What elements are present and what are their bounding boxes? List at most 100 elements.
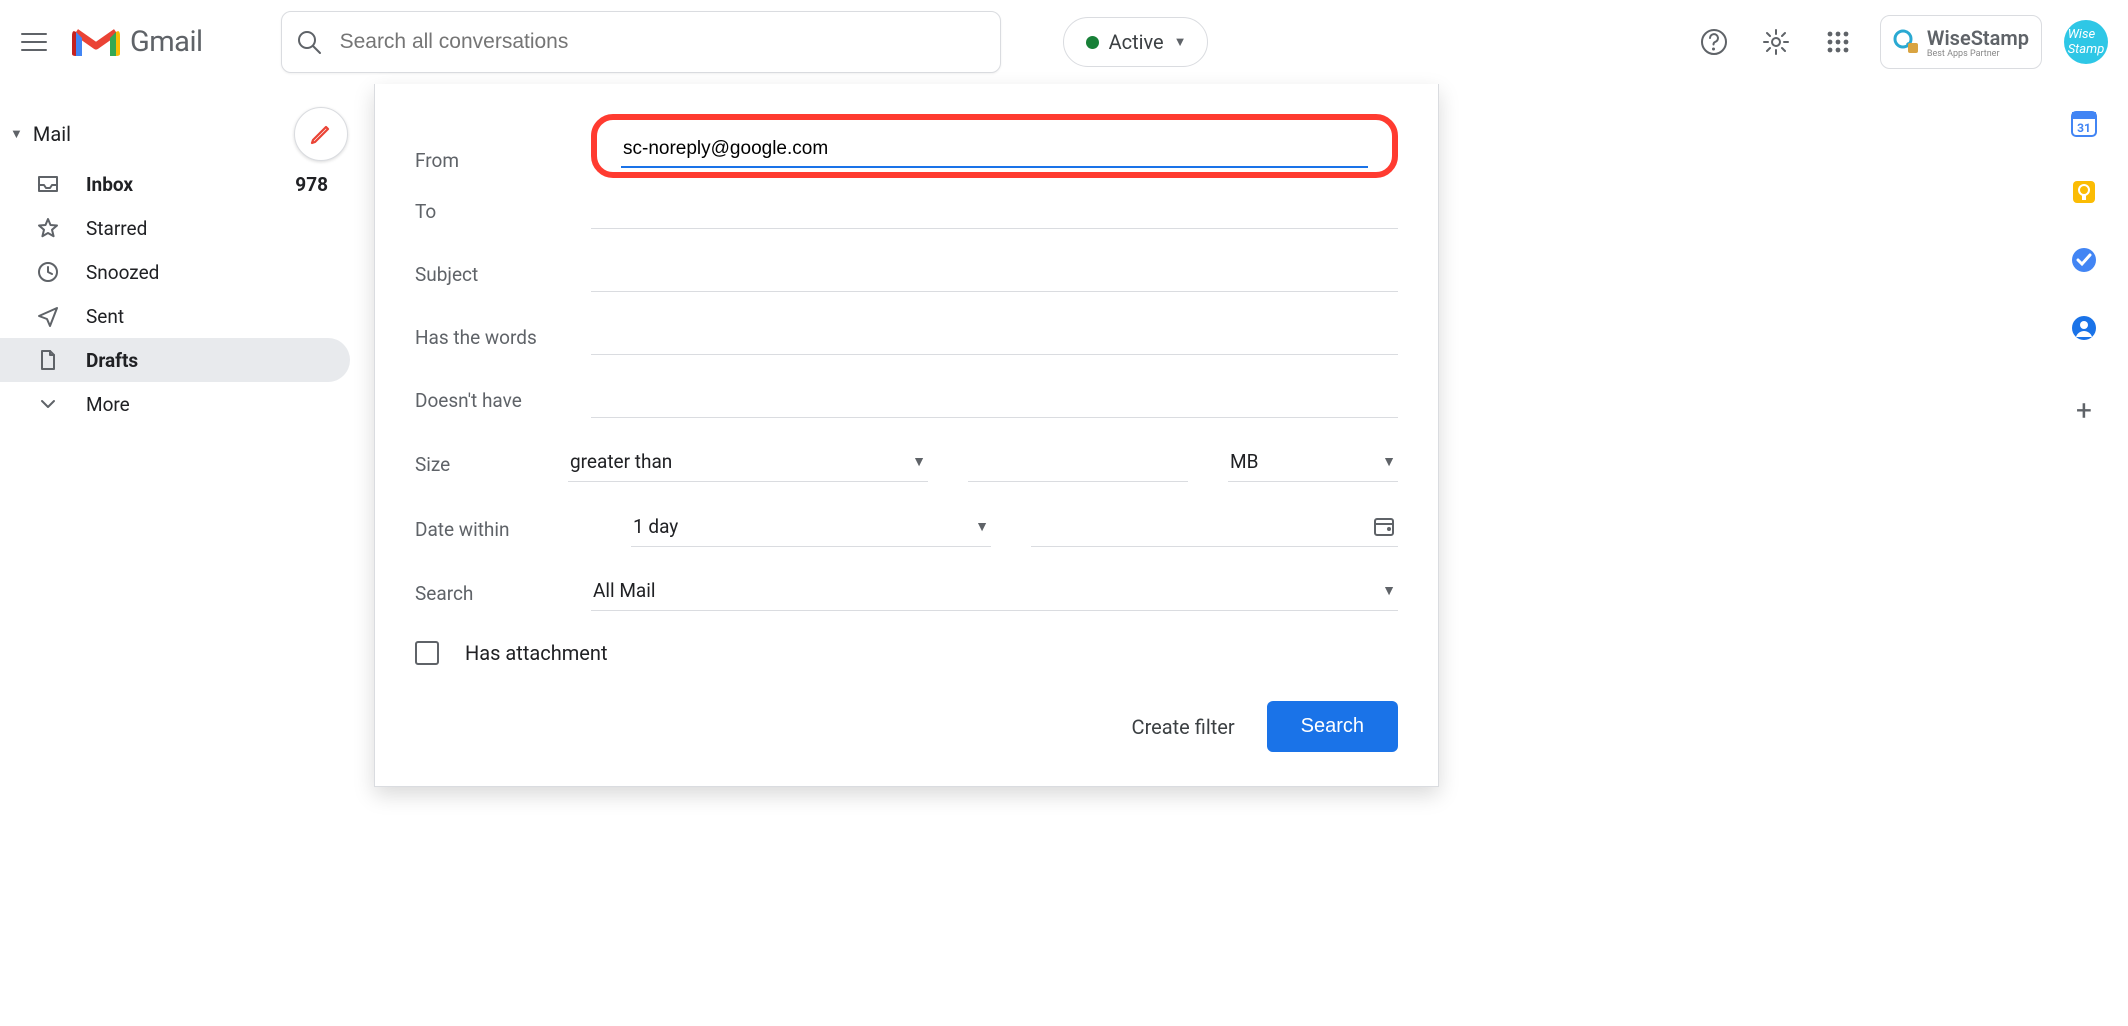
search-options-panel: From To Subject Has the words Doesn't ha… xyxy=(374,84,1439,787)
caret-down-icon: ▼ xyxy=(1382,453,1396,470)
label-date-within: Date within xyxy=(415,518,591,547)
nav-label: More xyxy=(86,393,130,416)
add-app-button[interactable]: + xyxy=(2076,394,2092,427)
svg-text:31: 31 xyxy=(2077,121,2091,135)
size-op-value: greater than xyxy=(570,450,672,473)
compose-button[interactable] xyxy=(294,107,348,161)
wisestamp-name: WiseStamp xyxy=(1927,26,2029,50)
label-subject: Subject xyxy=(415,263,591,292)
main-menu-button[interactable] xyxy=(10,18,58,66)
nav-label: Snoozed xyxy=(86,261,159,284)
has-words-input[interactable] xyxy=(591,322,1398,355)
nav-snoozed[interactable]: Snoozed xyxy=(0,250,350,294)
inbox-icon xyxy=(36,172,60,196)
search-input[interactable] xyxy=(340,30,986,54)
calendar-app[interactable]: 31 xyxy=(2070,110,2098,138)
panel-actions: Create filter Search xyxy=(415,701,1398,752)
row-doesnt-have: Doesn't have xyxy=(415,385,1398,418)
search-bar[interactable] xyxy=(281,11,1001,73)
calendar-icon xyxy=(1372,514,1396,538)
row-to: To xyxy=(415,196,1398,229)
chevron-down-icon xyxy=(36,392,60,416)
has-attachment-label: Has attachment xyxy=(465,641,608,665)
apps-button[interactable] xyxy=(1818,22,1858,62)
caret-down-icon: ▼ xyxy=(1174,34,1187,50)
wisestamp-tagline: Best Apps Partner xyxy=(1927,50,2029,59)
contacts-app[interactable] xyxy=(2070,314,2098,342)
nav-sent[interactable]: Sent xyxy=(0,294,350,338)
keep-icon xyxy=(2070,178,2098,206)
sidebar: ▼ Mail Inbox 978 Starred Snoozed Sent Dr… xyxy=(0,96,360,1026)
settings-button[interactable] xyxy=(1756,22,1796,62)
nav-more[interactable]: More xyxy=(0,382,350,426)
status-dot-icon xyxy=(1086,36,1099,49)
nav-label: Drafts xyxy=(86,349,138,372)
clock-icon xyxy=(36,260,60,284)
star-icon xyxy=(36,216,60,240)
nav-starred[interactable]: Starred xyxy=(0,206,350,250)
nav-label: Starred xyxy=(86,217,147,240)
wisestamp-extension[interactable]: WiseStamp Best Apps Partner xyxy=(1880,15,2042,69)
search-button[interactable]: Search xyxy=(1267,701,1398,752)
calendar-icon: 31 xyxy=(2070,110,2098,138)
gmail-wordmark: Gmail xyxy=(130,25,203,59)
wisestamp-icon xyxy=(1893,29,1919,55)
date-value-field[interactable] xyxy=(1031,512,1398,547)
date-within-select[interactable]: 1 day ▼ xyxy=(631,513,991,547)
file-icon xyxy=(36,348,60,372)
size-unit-value: MB xyxy=(1230,450,1258,473)
checkbox-icon xyxy=(415,641,439,665)
tasks-icon xyxy=(2070,246,2098,274)
status-label: Active xyxy=(1109,30,1164,54)
keep-app[interactable] xyxy=(2070,178,2098,206)
caret-down-icon: ▼ xyxy=(1382,582,1396,599)
nav-label: Inbox xyxy=(86,173,133,196)
search-in-value: All Mail xyxy=(593,579,656,602)
nav-inbox[interactable]: Inbox 978 xyxy=(0,162,350,206)
date-within-value: 1 day xyxy=(633,515,678,538)
label-doesnt-have: Doesn't have xyxy=(415,389,591,418)
row-from: From xyxy=(415,114,1398,178)
search-icon xyxy=(296,29,322,55)
search-in-select[interactable]: All Mail ▼ xyxy=(591,577,1398,611)
hamburger-icon xyxy=(21,32,47,52)
label-to: To xyxy=(415,200,591,229)
size-unit-select[interactable]: MB ▼ xyxy=(1228,448,1398,482)
gear-icon xyxy=(1762,28,1790,56)
nav-count: 978 xyxy=(295,173,328,196)
size-value-input[interactable] xyxy=(968,449,1188,482)
support-button[interactable] xyxy=(1694,22,1734,62)
gmail-m-icon xyxy=(72,24,120,60)
caret-down-icon: ▼ xyxy=(912,453,926,470)
nav-drafts[interactable]: Drafts xyxy=(0,338,350,382)
row-has-words: Has the words xyxy=(415,322,1398,355)
create-filter-button[interactable]: Create filter xyxy=(1132,715,1235,739)
side-panel: 31 + xyxy=(2054,110,2114,427)
nav-label: Sent xyxy=(86,305,124,328)
header-bar: Gmail Active ▼ xyxy=(0,0,2128,84)
from-input[interactable] xyxy=(621,134,1368,168)
header-right: WiseStamp Best Apps Partner WiseStamp xyxy=(1694,15,2108,69)
send-icon xyxy=(36,304,60,328)
label-size: Size xyxy=(415,453,528,482)
tasks-app[interactable] xyxy=(2070,246,2098,274)
label-from: From xyxy=(415,149,591,178)
to-input[interactable] xyxy=(591,196,1398,229)
row-date: Date within 1 day ▼ xyxy=(415,512,1398,547)
from-highlight xyxy=(591,114,1398,178)
caret-down-icon: ▼ xyxy=(975,518,989,535)
doesnt-have-input[interactable] xyxy=(591,385,1398,418)
status-chip[interactable]: Active ▼ xyxy=(1063,17,1208,67)
size-op-select[interactable]: greater than ▼ xyxy=(568,448,928,482)
avatar-icon: WiseStamp xyxy=(2068,27,2105,57)
row-size: Size greater than ▼ MB ▼ xyxy=(415,448,1398,482)
subject-input[interactable] xyxy=(591,259,1398,292)
caret-down-icon[interactable]: ▼ xyxy=(10,126,23,142)
pencil-icon xyxy=(308,121,334,147)
row-subject: Subject xyxy=(415,259,1398,292)
plus-icon: + xyxy=(2076,394,2092,427)
label-has-words: Has the words xyxy=(415,326,591,355)
account-avatar[interactable]: WiseStamp xyxy=(2064,20,2108,64)
gmail-logo[interactable]: Gmail xyxy=(72,24,203,60)
has-attachment-checkbox[interactable]: Has attachment xyxy=(415,641,1398,665)
